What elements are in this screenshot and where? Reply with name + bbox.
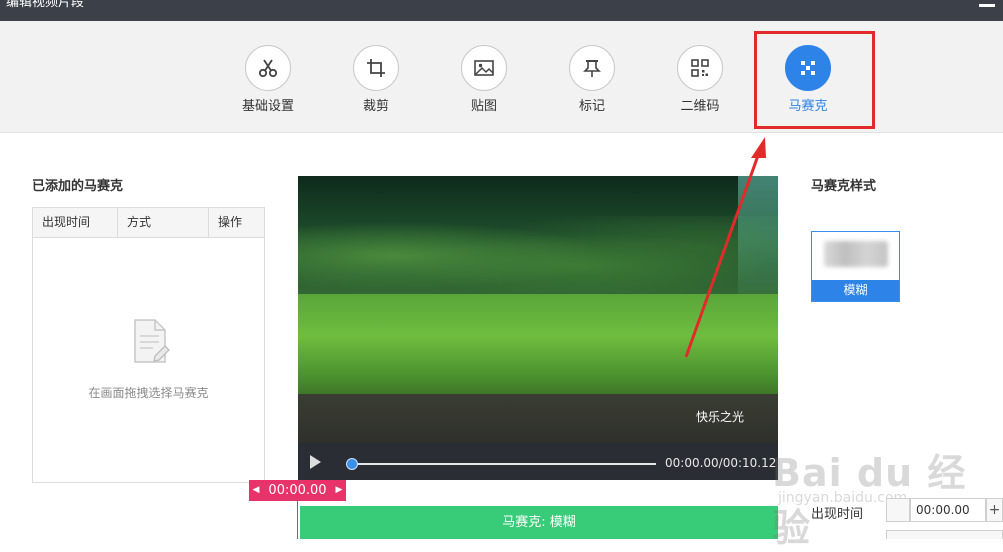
tab-mark-label: 标记 [578,99,605,114]
style-option-blur[interactable]: 模糊 [811,231,900,302]
highlight-box [754,31,875,129]
empty-state: 在画面拖拽选择马赛克 [33,316,264,401]
mosaic-style-title: 马赛克样式 [811,179,877,194]
list-header: 出现时间 方式 操作 [33,208,264,238]
column-method: 方式 [118,208,209,237]
time-display: 00:00.00/00:10.12 [665,456,777,470]
tab-basic-settings[interactable]: 基础设置 [218,45,318,114]
style-option-label: 模糊 [812,280,899,301]
progress-track[interactable] [350,463,656,465]
progress-knob[interactable] [346,458,358,470]
video-scene-grass [298,294,778,399]
tab-mark[interactable]: 标记 [542,45,642,114]
tool-tabs: 基础设置 裁剪 贴图 标记 二维码 马赛克 [0,21,1003,133]
column-action: 操作 [218,215,243,229]
appear-time-decrement[interactable] [886,498,910,522]
title-bar: 编辑视频片段 [0,0,1003,21]
added-mosaic-title: 已添加的马赛克 [32,179,124,194]
mosaic-clip-bar[interactable]: 马赛克: 模糊 [300,506,778,539]
crop-icon [353,45,399,91]
blur-preview [824,241,888,267]
mosaic-list: 出现时间 方式 操作 在画面拖拽选择马赛克 [32,207,265,483]
player-controls: 00:00.00/00:10.12 [298,443,778,480]
window-title: 编辑视频片段 [6,0,85,10]
play-button[interactable] [310,455,321,469]
column-appear-time: 出现时间 [33,208,118,237]
marker-time: 00:00.00 [268,483,327,498]
second-time-field[interactable] [886,530,1003,539]
document-icon [133,319,170,363]
appear-time-label: 出现时间 [811,507,864,522]
video-subtitle: 快乐之光 [696,410,745,424]
appear-time-increment[interactable]: + [986,498,1003,522]
tab-crop-label: 裁剪 [362,99,389,114]
tab-qrcode[interactable]: 二维码 [650,45,750,114]
chevron-left-icon[interactable]: ◀ [249,480,263,501]
video-preview[interactable]: 快乐之光 [298,176,778,443]
qrcode-icon [677,45,723,91]
minimize-button[interactable] [979,4,995,7]
marker-line [297,501,298,539]
tab-sticker[interactable]: 贴图 [434,45,534,114]
tab-basic-settings-label: 基础设置 [241,99,294,114]
timeline-marker[interactable]: ◀ 00:00.00 ▶ [249,480,346,501]
chevron-right-icon[interactable]: ▶ [332,480,346,501]
appear-time-input[interactable]: 00:00.00 [910,498,986,522]
pin-icon [569,45,615,91]
image-icon [461,45,507,91]
scissors-icon [245,45,291,91]
tab-sticker-label: 贴图 [470,99,497,114]
tab-crop[interactable]: 裁剪 [326,45,426,114]
tab-qrcode-label: 二维码 [680,99,720,114]
empty-hint: 在画面拖拽选择马赛克 [88,386,209,400]
